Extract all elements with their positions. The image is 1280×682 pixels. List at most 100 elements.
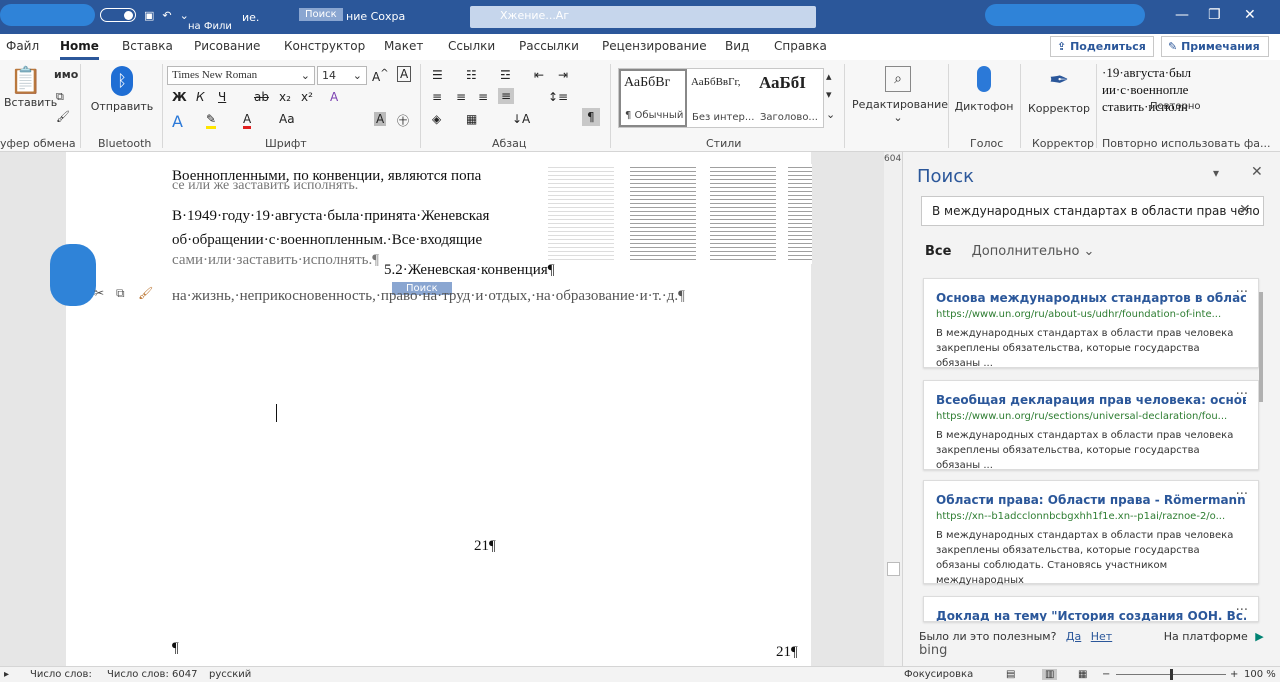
more-options-icon[interactable]: ··· — [1236, 487, 1248, 502]
close-icon[interactable]: ✕ — [1244, 7, 1256, 23]
strikethrough-icon[interactable]: ab — [254, 90, 269, 104]
undo-icon[interactable]: ↶ — [162, 9, 171, 22]
document-scrollbar[interactable]: 604 — [884, 152, 902, 666]
restore-icon[interactable]: ❐ — [1208, 7, 1221, 23]
change-case-icon[interactable]: Aa — [279, 112, 295, 126]
multilevel-icon[interactable]: ☲ — [500, 68, 511, 82]
feedback-yes-link[interactable]: Да — [1066, 630, 1081, 643]
cut-icon[interactable]: ✂ — [94, 286, 104, 300]
tab-view[interactable]: Вид — [725, 39, 749, 53]
align-center-icon[interactable]: ≡ — [456, 90, 466, 104]
char-shading-icon[interactable]: A — [374, 112, 387, 126]
share-button[interactable]: ⇪ Поделиться — [1050, 36, 1154, 57]
minimize-icon[interactable]: — — [1175, 7, 1189, 23]
increase-indent-icon[interactable]: ⇥ — [558, 68, 568, 82]
grow-font-icon[interactable]: A^ — [372, 68, 389, 84]
more-options-icon[interactable]: ··· — [1236, 603, 1248, 618]
clear-format-icon[interactable]: A — [397, 66, 412, 82]
styles-scroll-down-icon[interactable]: ▾ — [826, 88, 832, 101]
language[interactable]: русский — [209, 669, 251, 680]
format-painter-icon[interactable]: 🖌 — [56, 110, 70, 123]
tab-design[interactable]: Конструктор — [284, 39, 365, 53]
copy-icon[interactable]: ⧉ — [56, 90, 64, 104]
scrollbar-thumb[interactable] — [887, 562, 900, 576]
search-input[interactable]: В международных стандартах в области пра… — [921, 196, 1264, 226]
filter-more[interactable]: Дополнительно — [972, 244, 1080, 259]
tab-file[interactable]: Файл — [6, 39, 39, 53]
justify-icon[interactable]: ≡ — [498, 88, 515, 104]
tab-insert[interactable]: Вставка — [122, 39, 173, 53]
zoom-level[interactable]: 100 % — [1244, 669, 1276, 680]
align-right-icon[interactable]: ≡ — [478, 90, 488, 104]
style-normal[interactable]: АаБбВг ¶ Обычный — [619, 69, 687, 127]
paste-button[interactable]: 📋 Вставить — [4, 66, 57, 109]
result-title[interactable]: Доклад на тему "История создания ООН. Вс… — [936, 609, 1246, 621]
pane-options-icon[interactable]: ▾ — [1213, 166, 1219, 180]
search-result-card[interactable]: ··· Основа международных стандартов в об… — [923, 278, 1259, 369]
highlight-icon[interactable]: ✎ — [206, 112, 217, 129]
zoom-slider[interactable] — [1116, 669, 1226, 680]
editing-button[interactable]: ⌕ Редактирование ⌄ — [852, 66, 948, 124]
styles-more-icon[interactable]: ⌄ — [826, 108, 835, 121]
page-indicator[interactable]: ▸ — [4, 669, 9, 680]
comments-button[interactable]: ✎ Примечания — [1161, 36, 1269, 57]
zoom-slider-thumb[interactable] — [1170, 669, 1173, 680]
italic-icon[interactable]: К — [196, 90, 205, 104]
bullets-icon[interactable]: ☰ — [432, 68, 443, 82]
bluetooth-send-button[interactable]: ᛒ Отправить — [90, 66, 154, 113]
close-icon[interactable]: ✕ — [1251, 164, 1263, 180]
shading-icon[interactable]: ◈ — [432, 112, 441, 126]
tab-help[interactable]: Справка — [774, 39, 827, 53]
underline-icon[interactable]: Ч — [218, 90, 226, 104]
borders-icon[interactable]: ▦ — [466, 112, 477, 126]
decrease-indent-icon[interactable]: ⇤ — [534, 68, 544, 82]
tab-draw[interactable]: Рисование — [194, 39, 260, 53]
zoom-out-icon[interactable]: − — [1102, 669, 1110, 680]
cut-icon[interactable]: имо — [54, 68, 78, 81]
result-url[interactable]: https://xn--b1adcclonnbcbgxhh1f1e.xn--p1… — [936, 511, 1246, 522]
word-count-short[interactable]: Число слов: — [30, 669, 92, 680]
document-page[interactable]: Военнопленными, по конвенции, являются п… — [66, 152, 812, 666]
show-marks-icon[interactable]: ¶ — [582, 108, 600, 126]
tab-references[interactable]: Ссылки — [448, 39, 495, 53]
text-effects-icon[interactable]: A — [330, 90, 338, 104]
enclose-char-icon[interactable]: ㊉ — [397, 112, 409, 129]
corrector-button[interactable]: ✒ Корректор — [1026, 66, 1092, 115]
dictate-button[interactable]: Диктофон — [952, 66, 1016, 113]
bold-icon[interactable]: Ж — [172, 90, 187, 104]
clear-search-icon[interactable]: ✕ — [1239, 202, 1251, 218]
align-left-icon[interactable]: ≡ — [432, 90, 442, 104]
word-count[interactable]: Число слов: 6047 — [107, 669, 197, 680]
search-result-card[interactable]: ··· Доклад на тему "История создания ООН… — [923, 596, 1259, 622]
title-search-box[interactable]: Хжение...Аг — [470, 6, 816, 28]
styles-scroll-up-icon[interactable]: ▴ — [826, 70, 832, 83]
text-effect-a-icon[interactable]: A — [172, 112, 183, 131]
style-heading[interactable]: АаБбI Заголово... — [756, 69, 824, 127]
read-mode-icon[interactable]: ▤ — [1006, 669, 1015, 680]
focus-mode[interactable]: Фокусировка — [904, 669, 973, 680]
style-no-spacing[interactable]: АаБбВвГг, Без интер... — [688, 69, 756, 127]
tab-review[interactable]: Рецензирование — [602, 39, 707, 53]
superscript-icon[interactable]: x² — [301, 90, 313, 104]
tab-mailings[interactable]: Рассылки — [519, 39, 579, 53]
font-color-icon[interactable]: A — [243, 112, 252, 129]
search-result-card[interactable]: ··· Всеобщая декларация прав человека: о… — [923, 380, 1259, 471]
result-url[interactable]: https://www.un.org/ru/sections/universal… — [936, 411, 1246, 422]
tab-layout[interactable]: Макет — [384, 39, 423, 53]
result-title[interactable]: Основа международных стандартов в облас.… — [936, 291, 1246, 305]
sort-icon[interactable]: ↓A — [512, 112, 530, 126]
format-painter-icon[interactable]: 🖌 — [138, 286, 153, 300]
copy-icon[interactable]: ⧉ — [116, 286, 125, 301]
result-title[interactable]: Всеобщая декларация прав человека: основ… — [936, 393, 1246, 407]
feedback-no-link[interactable]: Нет — [1091, 630, 1112, 643]
save-icon[interactable]: ▣ — [144, 9, 154, 22]
result-title[interactable]: Области права: Области права - Römermann… — [936, 493, 1246, 507]
tab-home[interactable]: Home — [60, 39, 99, 60]
font-size-select[interactable]: 14 ⌄ — [317, 66, 367, 85]
more-options-icon[interactable]: ··· — [1236, 387, 1248, 402]
font-name-select[interactable]: Times New Roman ⌄ — [167, 66, 315, 85]
search-result-card[interactable]: ··· Области права: Области права - Römer… — [923, 480, 1259, 586]
print-layout-icon[interactable]: ▥ — [1042, 669, 1058, 680]
line-spacing-icon[interactable]: ↕≡ — [548, 90, 568, 104]
undo-dropdown-icon[interactable]: ⌄ — [180, 9, 189, 22]
